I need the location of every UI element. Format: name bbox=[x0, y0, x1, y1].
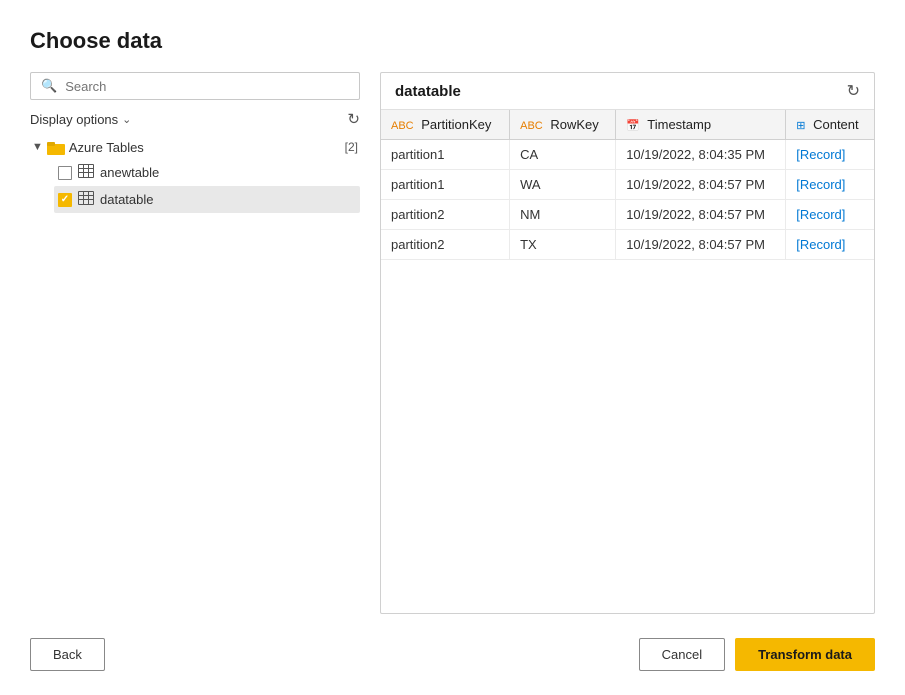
chevron-down-icon: ⌄ bbox=[122, 113, 131, 126]
footer-right: Cancel Transform data bbox=[639, 638, 875, 671]
tree-group: ▼ Azure Tables [2] bbox=[30, 135, 360, 213]
display-options-row: Display options ⌄ ↻ bbox=[30, 108, 360, 135]
right-panel: datatable ↻ ABC PartitionKey ABC Ro bbox=[380, 72, 875, 614]
table-row: partition2NM10/19/2022, 8:04:57 PM[Recor… bbox=[381, 200, 874, 230]
table-wrapper: ABC PartitionKey ABC RowKey 📅 Timestamp bbox=[381, 110, 874, 613]
refresh-left-icon[interactable]: ↻ bbox=[347, 112, 360, 127]
col-header-partitionkey: ABC PartitionKey bbox=[381, 110, 510, 140]
table-cell: NM bbox=[510, 200, 616, 230]
table-row: partition1CA10/19/2022, 8:04:35 PM[Recor… bbox=[381, 140, 874, 170]
data-table: ABC PartitionKey ABC RowKey 📅 Timestamp bbox=[381, 110, 874, 260]
table-cell: partition2 bbox=[381, 230, 510, 260]
table-icon-datatable bbox=[78, 191, 94, 208]
col-header-timestamp: 📅 Timestamp bbox=[616, 110, 786, 140]
left-panel: 🔍 Display options ⌄ ↻ ▼ bbox=[30, 72, 360, 614]
datatable-checkbox[interactable] bbox=[58, 193, 72, 207]
timestamp-type-icon: 📅 bbox=[626, 120, 640, 132]
display-options-button[interactable]: Display options ⌄ bbox=[30, 112, 131, 127]
datatable-label: datatable bbox=[100, 192, 154, 207]
tree-group-label: Azure Tables bbox=[69, 140, 337, 155]
table-cell: TX bbox=[510, 230, 616, 260]
anewtable-checkbox[interactable] bbox=[58, 166, 72, 180]
table-cell: CA bbox=[510, 140, 616, 170]
table-body: partition1CA10/19/2022, 8:04:35 PM[Recor… bbox=[381, 140, 874, 260]
footer: Back Cancel Transform data bbox=[30, 624, 875, 675]
table-cell[interactable]: [Record] bbox=[786, 230, 874, 260]
tree-group-header[interactable]: ▼ Azure Tables [2] bbox=[30, 135, 360, 159]
col-header-rowkey: ABC RowKey bbox=[510, 110, 616, 140]
anewtable-label: anewtable bbox=[100, 165, 159, 180]
tree-children: anewtable bbox=[30, 159, 360, 213]
table-header-row: ABC PartitionKey ABC RowKey 📅 Timestamp bbox=[381, 110, 874, 140]
partitionkey-type-icon: ABC bbox=[391, 120, 414, 132]
table-cell[interactable]: [Record] bbox=[786, 140, 874, 170]
cancel-button[interactable]: Cancel bbox=[639, 638, 725, 671]
table-cell: 10/19/2022, 8:04:57 PM bbox=[616, 230, 786, 260]
tree-group-count: [2] bbox=[345, 140, 358, 154]
table-cell[interactable]: [Record] bbox=[786, 200, 874, 230]
table-cell: 10/19/2022, 8:04:35 PM bbox=[616, 140, 786, 170]
table-cell: partition2 bbox=[381, 200, 510, 230]
refresh-right-icon[interactable]: ↻ bbox=[847, 81, 860, 101]
table-cell[interactable]: [Record] bbox=[786, 170, 874, 200]
table-cell: 10/19/2022, 8:04:57 PM bbox=[616, 170, 786, 200]
table-icon-anewtable bbox=[78, 164, 94, 181]
rowkey-type-icon: ABC bbox=[520, 120, 543, 132]
search-box: 🔍 bbox=[30, 72, 360, 100]
search-icon: 🔍 bbox=[41, 78, 57, 94]
table-cell: partition1 bbox=[381, 170, 510, 200]
search-input[interactable] bbox=[65, 79, 349, 94]
back-button[interactable]: Back bbox=[30, 638, 105, 671]
table-cell: 10/19/2022, 8:04:57 PM bbox=[616, 200, 786, 230]
preview-title: datatable bbox=[395, 83, 461, 100]
folder-icon bbox=[47, 139, 65, 155]
tree-item-anewtable[interactable]: anewtable bbox=[54, 159, 360, 186]
tree-area: ▼ Azure Tables [2] bbox=[30, 135, 360, 614]
tree-item-datatable[interactable]: datatable bbox=[54, 186, 360, 213]
preview-header: datatable ↻ bbox=[381, 73, 874, 110]
page-title: Choose data bbox=[30, 28, 875, 54]
col-header-content: ⊞ Content bbox=[786, 110, 874, 140]
tree-arrow-icon: ▼ bbox=[32, 141, 43, 153]
transform-button[interactable]: Transform data bbox=[735, 638, 875, 671]
table-cell: WA bbox=[510, 170, 616, 200]
table-row: partition1WA10/19/2022, 8:04:57 PM[Recor… bbox=[381, 170, 874, 200]
display-options-label: Display options bbox=[30, 112, 118, 127]
table-cell: partition1 bbox=[381, 140, 510, 170]
table-row: partition2TX10/19/2022, 8:04:57 PM[Recor… bbox=[381, 230, 874, 260]
content-type-icon: ⊞ bbox=[796, 120, 805, 132]
